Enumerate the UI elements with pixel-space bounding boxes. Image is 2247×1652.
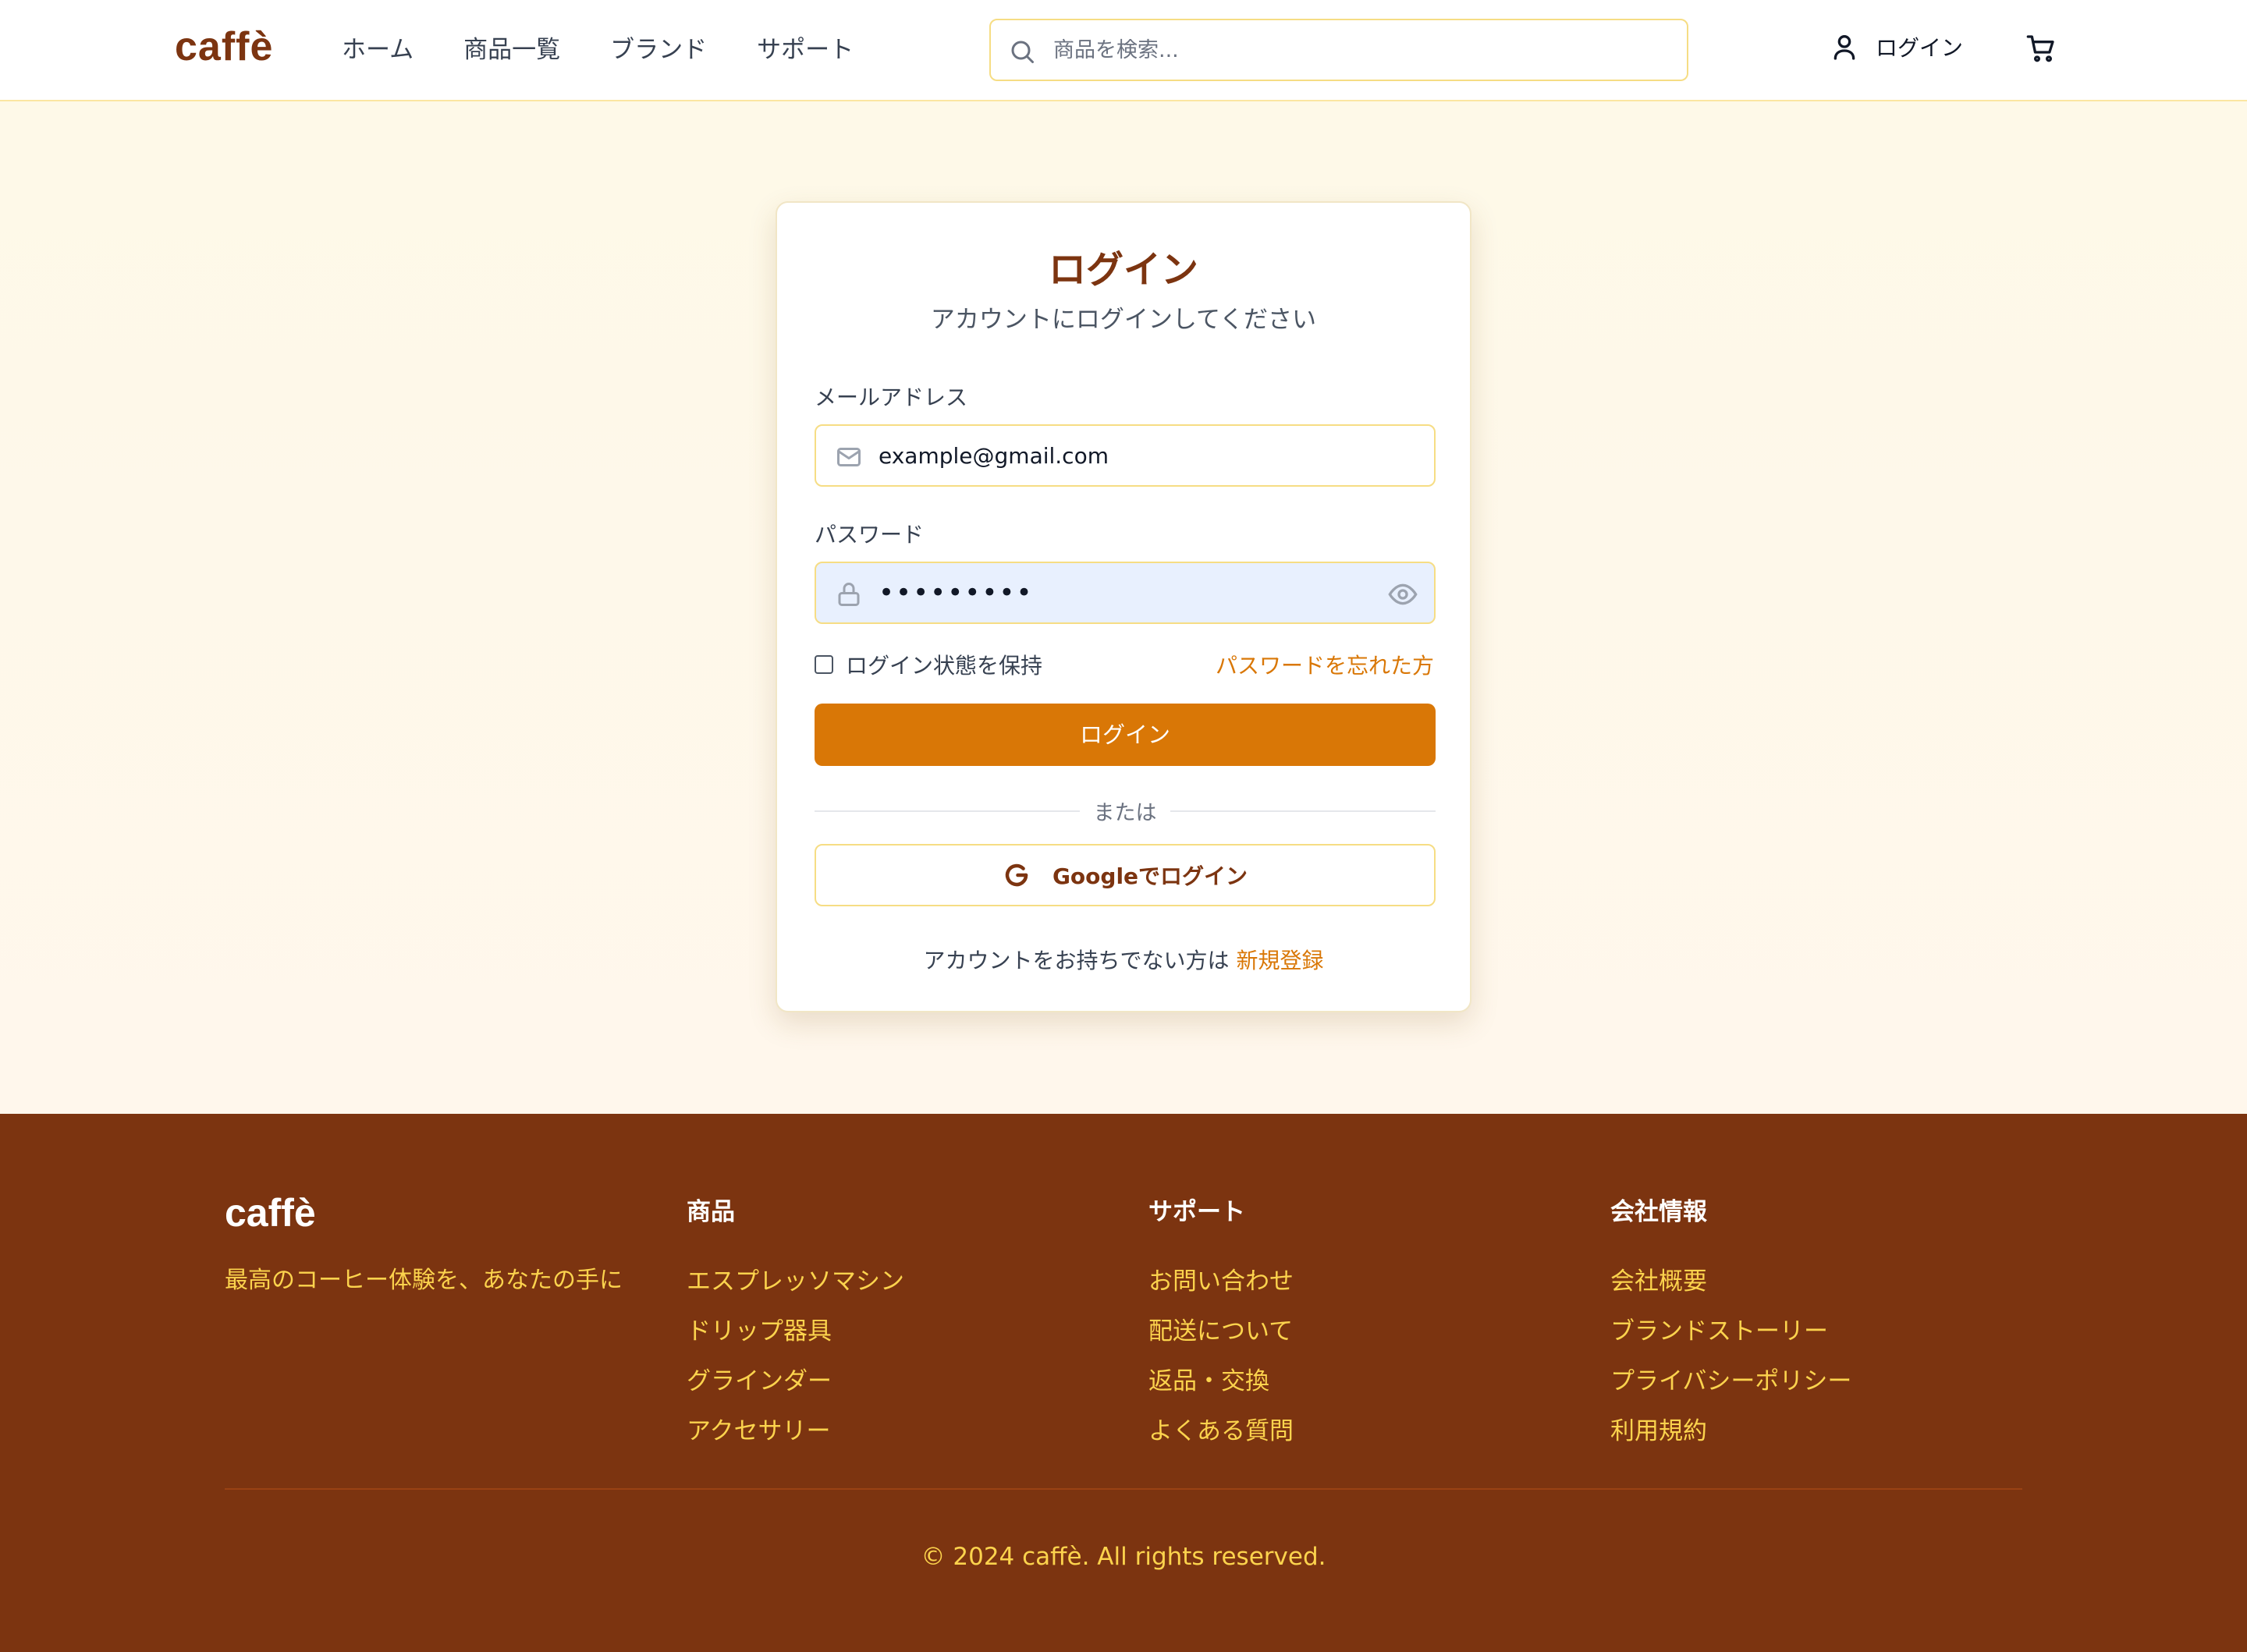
footer-col-products: 商品 エスプレッソマシン ドリップ器具 グラインダー アクセサリー [687, 1192, 904, 1456]
password-label: パスワード [815, 522, 925, 548]
footer-link[interactable]: ドリップ器具 [687, 1306, 904, 1356]
site-footer: caffè 最高のコーヒー体験を、あなたの手に 商品 エスプレッソマシン ドリッ… [0, 1114, 2247, 1652]
google-login-label: Googleでログイン [1052, 863, 1248, 889]
footer-link[interactable]: 返品・交換 [1148, 1356, 1294, 1406]
google-login-button[interactable]: Googleでログイン [815, 844, 1436, 906]
remember-checkbox[interactable] [815, 655, 833, 674]
signup-prompt-text: アカウントをお持ちでない方は [923, 948, 1230, 973]
footer-link[interactable]: エスプレッソマシン [687, 1257, 904, 1306]
password-field[interactable] [879, 563, 1393, 622]
mail-icon [837, 448, 861, 466]
footer-col-support: サポート お問い合わせ 配送について 返品・交換 よくある質問 [1148, 1192, 1294, 1456]
footer-col-title: 商品 [687, 1198, 735, 1226]
footer-tagline: 最高のコーヒー体験を、あなたの手に [225, 1267, 623, 1294]
divider-text: または [1093, 801, 1157, 825]
login-subtitle: アカウントにログインしてください [930, 306, 1317, 334]
email-field-box [815, 424, 1436, 487]
signup-link[interactable]: 新規登録 [1236, 948, 1323, 973]
cart-icon[interactable] [2025, 33, 2057, 64]
nav-item-support[interactable]: サポート [757, 30, 854, 65]
footer-link[interactable]: 会社概要 [1610, 1257, 1851, 1306]
login-card: ログイン アカウントにログインしてください メールアドレス パスワード ログイン… [776, 201, 1471, 1012]
or-divider: または [815, 796, 1436, 827]
search-input[interactable] [1053, 20, 1670, 80]
footer-col-title: 会社情報 [1610, 1198, 1707, 1226]
email-label: メールアドレス [815, 385, 968, 410]
header-login-link[interactable]: ログイン [1829, 31, 1963, 62]
footer-divider [225, 1488, 2022, 1490]
footer-link[interactable]: アクセサリー [687, 1406, 904, 1456]
main-content: ログイン アカウントにログインしてください メールアドレス パスワード ログイン… [0, 101, 2247, 1114]
login-title: ログイン [1048, 248, 1198, 292]
main-nav: ホーム 商品一覧 ブランド サポート [342, 30, 903, 65]
footer-link[interactable]: 配送について [1148, 1306, 1294, 1356]
nav-item-brands[interactable]: ブランド [610, 30, 707, 65]
footer-logo[interactable]: caffè [225, 1190, 316, 1235]
footer-copyright: © 2024 caffè. All rights reserved. [921, 1543, 1326, 1571]
lock-icon [838, 583, 860, 606]
password-field-box [815, 562, 1436, 624]
signup-prompt: アカウントをお持ちでない方は 新規登録 [777, 944, 1470, 975]
site-header: caffè ホーム 商品一覧 ブランド サポート ログイン [0, 0, 2247, 101]
search-box [989, 19, 1688, 81]
remember-me: ログイン状態を保持 [815, 649, 1042, 680]
footer-link[interactable]: ブランドストーリー [1610, 1306, 1851, 1356]
footer-col-company: 会社情報 会社概要 ブランドストーリー プライバシーポリシー 利用規約 [1610, 1192, 1851, 1456]
user-icon [1833, 35, 1855, 60]
footer-link[interactable]: プライバシーポリシー [1610, 1356, 1851, 1406]
eye-icon[interactable] [1387, 579, 1418, 610]
login-button[interactable]: ログイン [815, 704, 1436, 766]
site-logo[interactable]: caffè [175, 23, 273, 70]
footer-link[interactable]: お問い合わせ [1148, 1257, 1294, 1306]
header-login-label: ログイン [1876, 35, 1964, 61]
footer-link[interactable]: グラインダー [687, 1356, 904, 1406]
forgot-password-link[interactable]: パスワードを忘れた方 [1216, 649, 1434, 680]
google-icon [1005, 863, 1028, 887]
nav-item-home[interactable]: ホーム [342, 30, 414, 65]
footer-link[interactable]: よくある質問 [1148, 1406, 1294, 1456]
remember-label[interactable]: ログイン状態を保持 [846, 649, 1042, 680]
footer-link[interactable]: 利用規約 [1610, 1406, 1851, 1456]
email-field[interactable] [879, 426, 1393, 485]
search-icon [1011, 41, 1034, 63]
nav-item-products[interactable]: 商品一覧 [463, 30, 560, 65]
footer-col-title: サポート [1148, 1198, 1245, 1226]
